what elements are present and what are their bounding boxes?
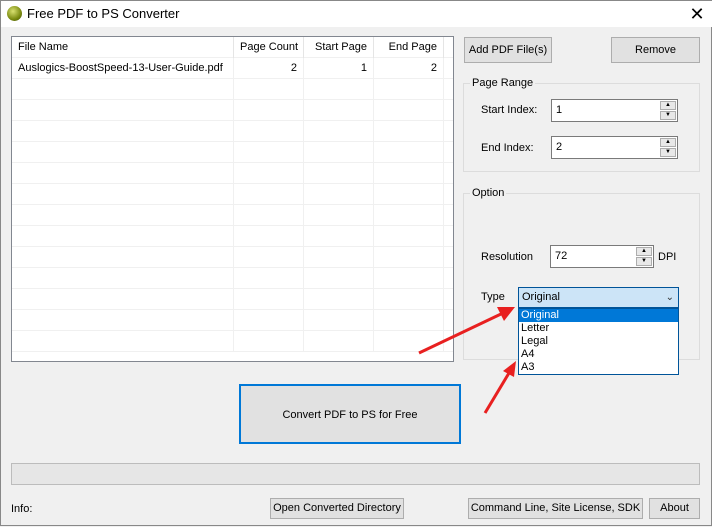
red-arrow-icon (483, 361, 516, 414)
red-arrow-icon (418, 307, 515, 355)
annotation-arrows (418, 307, 516, 414)
